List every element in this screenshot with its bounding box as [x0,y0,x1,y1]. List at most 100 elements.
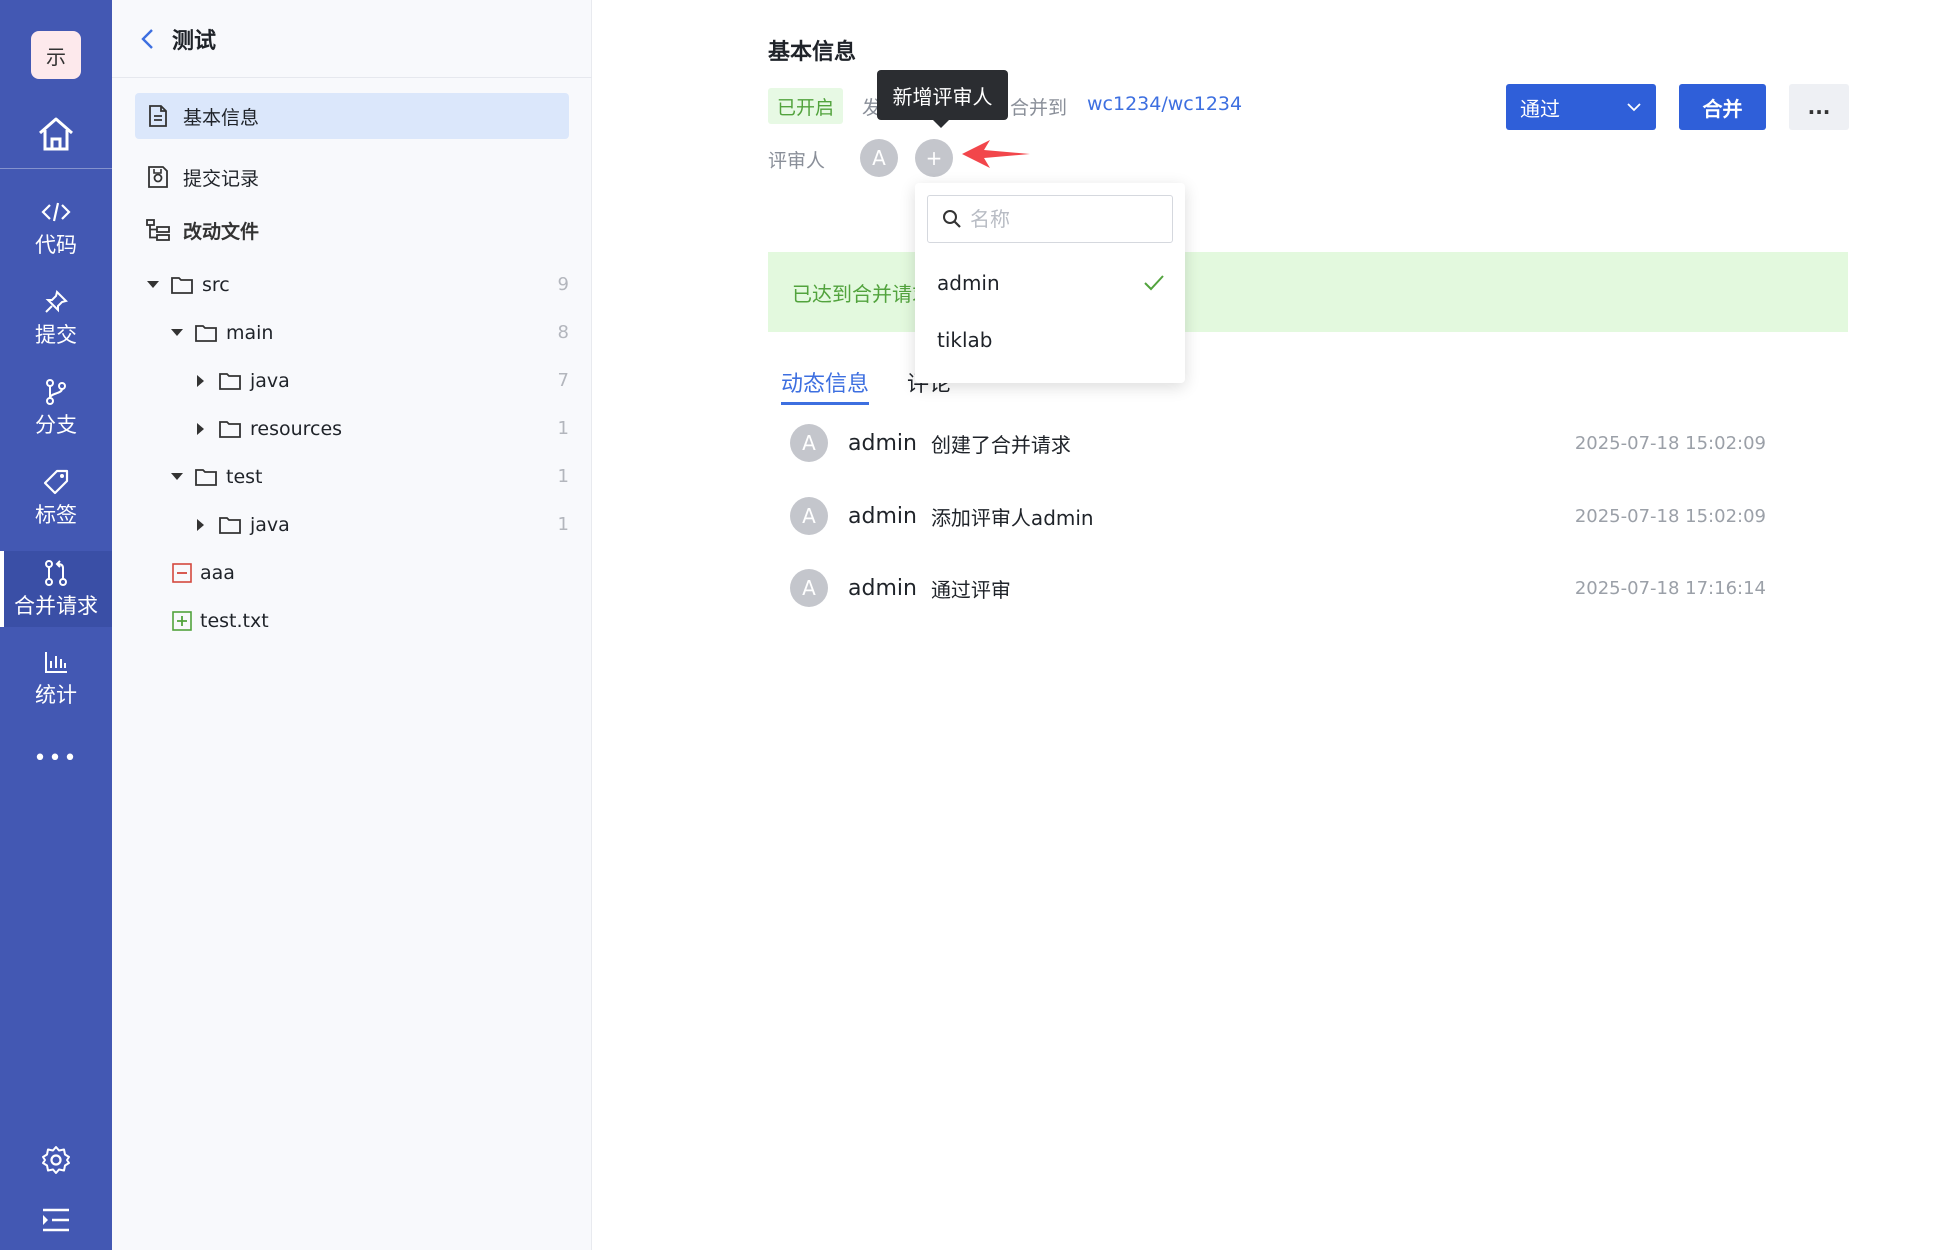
pointer-arrow-icon [962,140,1030,168]
reviewer-search-input[interactable] [970,207,1160,231]
folder-icon [218,372,242,390]
collapse-nav-button[interactable] [0,1200,112,1240]
add-reviewer-button[interactable]: + [915,139,953,177]
gear-icon [42,1146,70,1174]
folder-icon [218,420,242,438]
activity-user: admin [848,575,917,601]
option-label: tiklab [937,328,993,352]
settings-button[interactable] [0,1140,112,1180]
tree-folder-src[interactable]: src [146,261,230,309]
menu-item-label: 改动文件 [183,220,260,243]
activity-row: A admin 添加评审人admin 2025-07-18 15:02:09 [790,493,1766,539]
tree-node-name: aaa [200,562,235,584]
collapse-menu-icon [43,1208,69,1232]
tree-folder-test-java[interactable]: java [194,501,290,549]
menu-item-label: 基本信息 [183,106,260,129]
back-button[interactable] [134,26,160,52]
tree-node-name: java [250,514,290,536]
tree-folder-resources[interactable]: resources [194,405,342,453]
tree-node-count: 1 [557,418,569,439]
tree-node-name: java [250,370,290,392]
folder-icon [194,324,218,342]
tree-folder-java[interactable]: java [194,357,290,405]
activity-text: 添加评审人admin [930,505,1094,530]
nav-item-statistics[interactable]: 统计 [0,640,112,716]
activity-user: admin [848,430,917,456]
caret-down-icon [170,473,184,481]
document-icon [145,103,171,129]
commit-record-icon [145,164,171,190]
reviewer-option-admin[interactable]: admin [915,255,1185,311]
app-logo[interactable]: 示 [31,31,81,79]
tree-node-name: main [226,322,274,344]
tree-file-test-txt[interactable]: test.txt [170,597,269,645]
nav-item-label: 提交 [35,323,77,347]
target-branch-link[interactable]: wc1234/wc1234 [1087,93,1242,115]
menu-item-basic-info[interactable]: 基本信息 [135,93,569,139]
add-reviewer-tooltip: 新增评审人 [877,70,1008,128]
home-icon [39,117,73,151]
pin-icon [43,287,69,317]
activity-time: 2025-07-18 17:16:14 [1574,577,1766,599]
file-deleted-icon [170,563,194,583]
nav-item-label: 统计 [35,683,77,707]
reviewer-search-box[interactable] [927,195,1173,243]
nav-more-button[interactable]: ••• [0,740,112,776]
tab-activity[interactable]: 动态信息 [781,366,870,405]
activity-time: 2025-07-18 15:02:09 [1574,432,1766,454]
activity-row: A admin 创建了合并请求 2025-07-18 15:02:09 [790,420,1766,466]
tree-file-aaa[interactable]: aaa [170,549,235,597]
merge-request-icon [43,558,69,588]
home-button[interactable] [0,100,112,168]
reviewer-avatar[interactable]: A [860,139,898,177]
activity-row: A admin 通过评审 2025-07-18 17:16:14 [790,565,1766,611]
nav-item-commit[interactable]: 提交 [0,280,112,356]
nav-item-label: 代码 [35,233,77,257]
approve-dropdown-button[interactable]: 通过 [1506,84,1656,130]
page-title: 基本信息 [768,40,857,65]
code-icon [41,197,71,227]
menu-item-changed-files[interactable]: 改动文件 [135,207,569,253]
nav-item-label: 合并请求 [14,594,98,618]
nav-item-label: 分支 [35,413,77,437]
tree-node-count: 9 [557,274,569,295]
nav-item-tag[interactable]: 标签 [0,460,112,536]
chevron-left-icon [141,28,153,49]
activity-text: 通过评审 [930,577,1011,602]
avatar: A [790,497,828,535]
tree-node-count: 7 [557,370,569,391]
reviewer-dropdown: admin tiklab [915,183,1185,383]
tree-folder-main[interactable]: main [170,309,273,357]
checkmark-icon [1144,275,1164,291]
tag-icon [42,467,70,497]
panel-header: 测试 [112,0,592,78]
caret-right-icon [194,423,208,435]
panel-title: 测试 [172,28,217,54]
reviewer-option-tiklab[interactable]: tiklab [915,312,1185,368]
tree-node-name: test [226,466,263,488]
chevron-down-icon [1627,103,1641,112]
menu-item-label: 提交记录 [183,167,260,190]
caret-down-icon [146,281,160,289]
nav-item-merge-request[interactable]: 合并请求 [0,551,112,627]
option-label: admin [937,271,1000,295]
reviewer-label: 评审人 [768,150,826,172]
merge-to-text: 合并到 [1010,97,1068,119]
avatar: A [790,569,828,607]
bar-chart-icon [43,647,69,677]
merge-button[interactable]: 合并 [1679,84,1766,130]
tree-folder-test[interactable]: test [170,453,263,501]
nav-item-branch[interactable]: 分支 [0,370,112,446]
status-badge: 已开启 [768,88,843,124]
search-icon [943,210,961,228]
activity-user: admin [848,503,917,529]
more-actions-button[interactable]: ... [1789,84,1849,130]
tree-node-name: test.txt [200,610,269,632]
file-tree-icon [145,217,171,243]
caret-right-icon [194,519,208,531]
caret-right-icon [194,375,208,387]
menu-item-commit-record[interactable]: 提交记录 [135,154,569,200]
branch-icon [43,377,69,407]
nav-item-code[interactable]: 代码 [0,190,112,266]
tree-node-name: src [202,274,230,296]
